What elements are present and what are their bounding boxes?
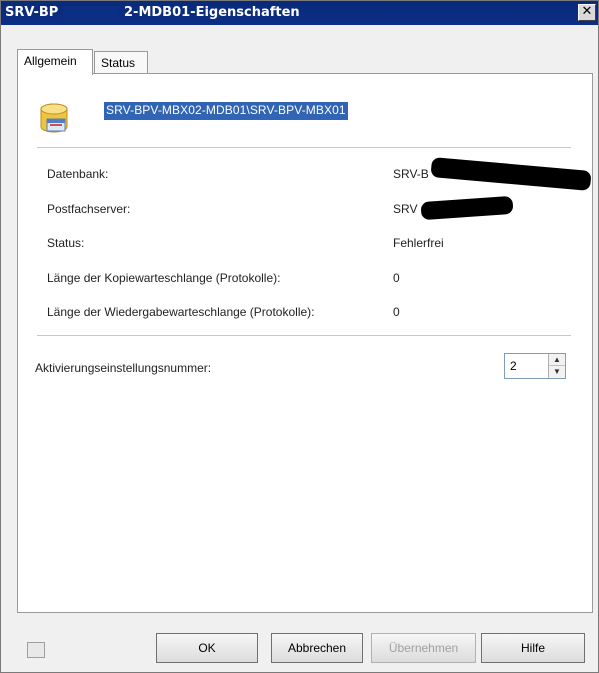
divider xyxy=(37,147,571,148)
value-copy-queue: 0 xyxy=(393,271,400,285)
ok-button[interactable]: OK xyxy=(156,633,258,663)
stepper-down-icon[interactable]: ▼ xyxy=(549,366,565,378)
tab-status[interactable]: Status xyxy=(94,51,148,73)
window-title-prefix: SRV-BP xyxy=(5,5,59,20)
tab-panel-allgemein xyxy=(17,73,593,613)
apply-button[interactable]: Übernehmen xyxy=(371,633,476,663)
cancel-button[interactable]: Abbrechen xyxy=(271,633,363,663)
value-datenbank: SRV-B xyxy=(393,167,429,181)
database-icon xyxy=(40,103,68,133)
value-status: Fehlerfrei xyxy=(393,236,444,250)
divider xyxy=(37,335,571,336)
label-status: Status: xyxy=(47,236,85,250)
label-replay-queue: Länge der Wiedergabewarteschlange (Proto… xyxy=(47,305,315,319)
activation-value[interactable]: 2 xyxy=(510,359,517,373)
properties-dialog: SRV-BP 2-MDB01-Eigenschaften ✕ Allgemein… xyxy=(0,0,599,673)
stepper-up-icon[interactable]: ▲ xyxy=(549,354,565,366)
activation-preference-stepper[interactable]: 2 ▲ ▼ xyxy=(504,353,566,379)
help-context-icon xyxy=(27,642,45,658)
label-datenbank: Datenbank: xyxy=(47,167,109,181)
close-button[interactable]: ✕ xyxy=(578,4,596,21)
value-postfachserver: SRV xyxy=(393,202,418,216)
activation-label: Aktivierungseinstellungsnummer: xyxy=(35,361,212,375)
title-redaction xyxy=(63,6,119,20)
stepper-buttons: ▲ ▼ xyxy=(548,354,565,378)
window-title-suffix: 2-MDB01-Eigenschaften xyxy=(124,5,300,20)
label-postfachserver: Postfachserver: xyxy=(47,202,131,216)
label-copy-queue: Länge der Kopiewarteschlange (Protokolle… xyxy=(47,271,281,285)
database-name-field[interactable]: SRV-BPV-MBX02-MDB01\SRV-BPV-MBX01 xyxy=(104,102,348,120)
help-button[interactable]: Hilfe xyxy=(481,633,585,663)
value-replay-queue: 0 xyxy=(393,305,400,319)
tab-allgemein[interactable]: Allgemein xyxy=(17,49,93,75)
title-bar[interactable]: SRV-BP 2-MDB01-Eigenschaften ✕ xyxy=(1,1,598,25)
